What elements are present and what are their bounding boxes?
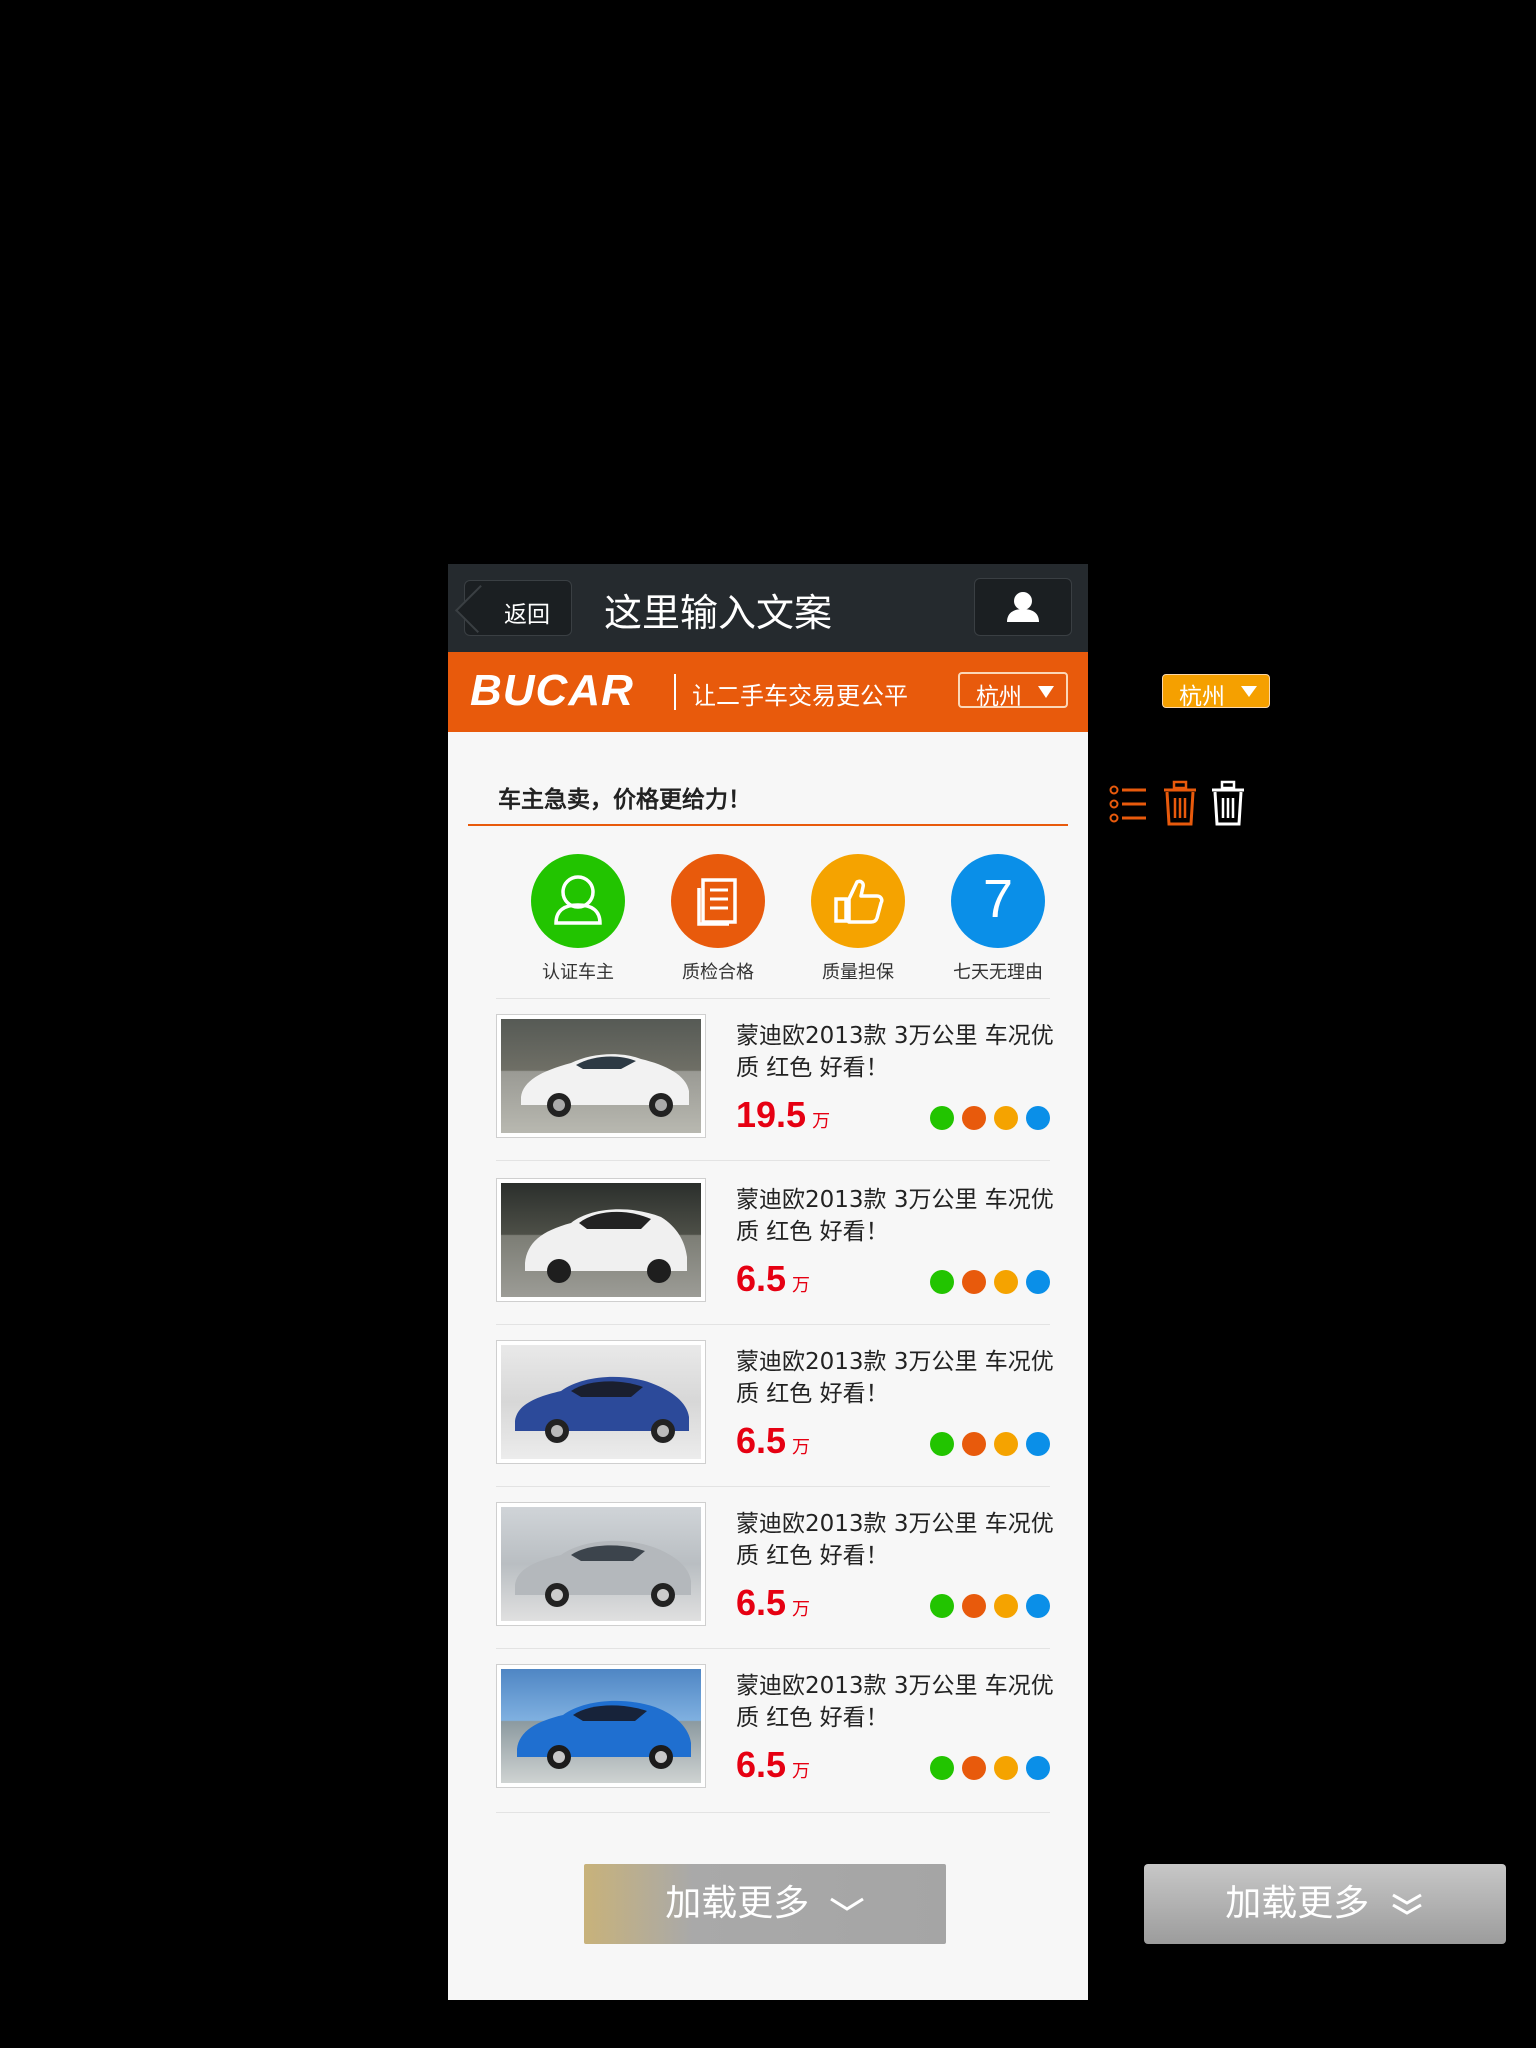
seven-glyph: 7 xyxy=(982,869,1014,929)
city-selector[interactable]: 杭州 xyxy=(958,672,1068,710)
seven-day-icon: 7 xyxy=(951,854,1045,948)
price-value: 6.5 xyxy=(736,1258,787,1299)
feature-certified-owner[interactable]: 认证车主 xyxy=(508,854,648,984)
badge-row xyxy=(922,1270,1050,1294)
page-title: 这里输入文案 xyxy=(604,591,833,635)
certified-owner-icon xyxy=(930,1106,954,1130)
icon-set xyxy=(1108,780,1248,828)
price-unit: 万 xyxy=(792,1599,811,1619)
chevron-down-icon xyxy=(829,1897,864,1911)
logo-divider xyxy=(674,674,676,710)
seven-day-icon xyxy=(1026,1756,1050,1780)
seven-day-icon xyxy=(1026,1432,1050,1456)
car-thumbnail[interactable] xyxy=(496,1178,706,1302)
car-price: 6.5 万 xyxy=(736,1582,810,1624)
inspection-icon xyxy=(962,1756,986,1780)
certified-owner-icon xyxy=(930,1432,954,1456)
car-title: 蒙迪欧2013款 3万公里 车况优质 红色 好看！ xyxy=(736,1673,1054,1731)
list-divider xyxy=(496,1812,1050,1813)
city-selector-variant[interactable]: 杭州 xyxy=(1162,674,1270,710)
car-listing[interactable]: 蒙迪欧2013款 3万公里 车况优质 红色 好看！ 6.5 万 xyxy=(496,1162,1054,1324)
car-listing[interactable]: 蒙迪欧2013款 3万公里 车况优质 红色 好看！ 6.5 万 xyxy=(496,1486,1054,1648)
phone-screen: 返回 这里输入文案 BUCAR 让二手车交易更公平 杭州 车主急卖，价格更给力！… xyxy=(448,564,1088,2000)
certified-owner-icon xyxy=(531,854,625,948)
feature-inspection[interactable]: 质检合格 xyxy=(648,854,788,984)
inspection-icon xyxy=(962,1432,986,1456)
price-unit: 万 xyxy=(812,1111,831,1131)
seven-day-icon xyxy=(1026,1106,1050,1130)
car-title: 蒙迪欧2013款 3万公里 车况优质 红色 好看！ xyxy=(736,1511,1054,1569)
car-thumbnail[interactable] xyxy=(496,1014,706,1138)
back-button-label: 返回 xyxy=(504,602,550,628)
seven-day-icon xyxy=(1026,1270,1050,1294)
inspection-icon xyxy=(962,1270,986,1294)
inspection-icon xyxy=(962,1594,986,1618)
user-button[interactable] xyxy=(974,578,1072,636)
thumbs-up-icon xyxy=(811,854,905,948)
navigation-bar: 返回 这里输入文案 xyxy=(448,564,1088,652)
car-listing[interactable]: 蒙迪欧2013款 3万公里 车况优质 红色 好看！ 6.5 万 xyxy=(496,1324,1054,1486)
car-thumbnail[interactable] xyxy=(496,1502,706,1626)
thumbs-up-icon xyxy=(994,1270,1018,1294)
list-divider xyxy=(496,1160,1050,1161)
brand-bar: BUCAR 让二手车交易更公平 杭州 xyxy=(448,652,1088,732)
seven-day-icon xyxy=(1026,1594,1050,1618)
thumbs-up-icon xyxy=(994,1594,1018,1618)
load-more-button[interactable]: 加载更多 xyxy=(584,1864,946,1944)
double-chevron-down-icon xyxy=(1391,1893,1422,1915)
feature-label: 认证车主 xyxy=(542,962,614,983)
slogan: 让二手车交易更公平 xyxy=(692,682,908,710)
city-selector-value: 杭州 xyxy=(976,684,1022,710)
price-value: 6.5 xyxy=(736,1420,787,1461)
badge-row xyxy=(922,1756,1050,1780)
feature-label: 质量担保 xyxy=(822,962,894,983)
car-price: 6.5 万 xyxy=(736,1420,810,1462)
price-value: 6.5 xyxy=(736,1582,787,1623)
price-unit: 万 xyxy=(792,1437,811,1457)
car-thumbnail[interactable] xyxy=(496,1664,706,1788)
price-unit: 万 xyxy=(792,1761,811,1781)
badge-row xyxy=(922,1432,1050,1456)
feature-seven-day-return[interactable]: 7 七天无理由 xyxy=(928,854,1068,984)
badge-row xyxy=(922,1106,1050,1130)
load-more-button-variant[interactable]: 加载更多 xyxy=(1144,1864,1506,1944)
car-price: 6.5 万 xyxy=(736,1744,810,1786)
bucar-logo: BUCAR xyxy=(470,666,634,715)
feature-label: 质检合格 xyxy=(682,962,754,983)
thumbs-up-icon xyxy=(994,1432,1018,1456)
inspection-icon xyxy=(962,1106,986,1130)
inspection-icon xyxy=(671,854,765,948)
thumbs-up-icon xyxy=(994,1756,1018,1780)
dropdown-caret-icon xyxy=(1038,686,1054,698)
feature-quality-guarantee[interactable]: 质量担保 xyxy=(788,854,928,984)
car-listing[interactable]: 蒙迪欧2013款 3万公里 车况优质 红色 好看！ 19.5 万 xyxy=(496,998,1054,1160)
user-icon xyxy=(1007,592,1039,622)
trash-icon[interactable] xyxy=(1210,780,1246,828)
car-title: 蒙迪欧2013款 3万公里 车况优质 红色 好看！ xyxy=(736,1023,1054,1081)
car-title: 蒙迪欧2013款 3万公里 车况优质 红色 好看！ xyxy=(736,1187,1054,1245)
car-listing[interactable]: 蒙迪欧2013款 3万公里 车况优质 红色 好看！ 6.5 万 xyxy=(496,1648,1054,1810)
feature-label: 七天无理由 xyxy=(953,962,1043,983)
back-button[interactable]: 返回 xyxy=(454,580,572,636)
thumbs-up-icon xyxy=(994,1106,1018,1130)
list-icon[interactable] xyxy=(1108,780,1148,828)
certified-owner-icon xyxy=(930,1594,954,1618)
price-value: 19.5 xyxy=(736,1094,807,1135)
car-thumbnail[interactable] xyxy=(496,1340,706,1464)
trash-icon[interactable] xyxy=(1162,780,1198,828)
city-selector-value: 杭州 xyxy=(1179,684,1225,710)
car-price: 6.5 万 xyxy=(736,1258,810,1300)
price-value: 6.5 xyxy=(736,1744,787,1785)
section-title: 车主急卖，价格更给力！ xyxy=(498,787,751,813)
car-price: 19.5 万 xyxy=(736,1094,830,1136)
section-divider xyxy=(468,824,1068,826)
badge-row xyxy=(922,1594,1050,1618)
load-more-label: 加载更多 xyxy=(665,1883,810,1924)
load-more-label: 加载更多 xyxy=(1225,1883,1370,1924)
dropdown-caret-icon xyxy=(1241,686,1257,697)
car-title: 蒙迪欧2013款 3万公里 车况优质 红色 好看！ xyxy=(736,1349,1054,1407)
certified-owner-icon xyxy=(930,1270,954,1294)
certified-owner-icon xyxy=(930,1756,954,1780)
price-unit: 万 xyxy=(792,1275,811,1295)
